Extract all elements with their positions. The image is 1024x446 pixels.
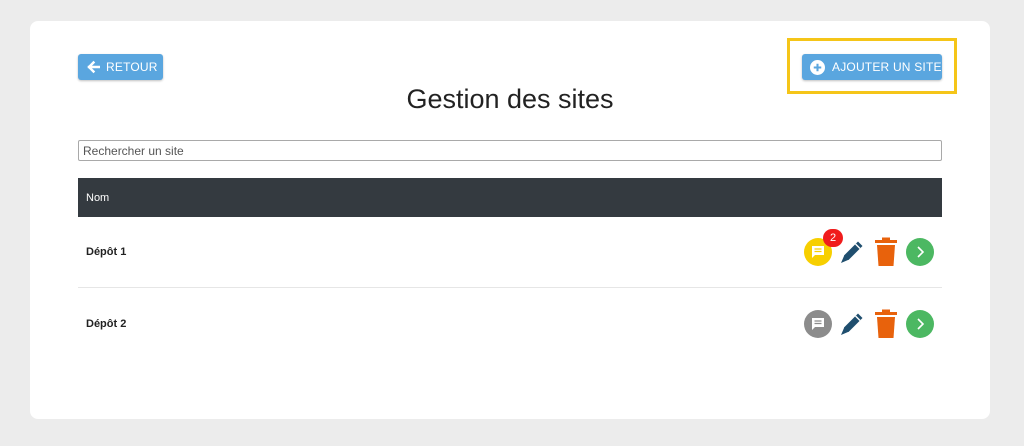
plus-circle-icon bbox=[810, 59, 825, 75]
chevron-right-icon bbox=[906, 309, 934, 338]
table-header: Nom bbox=[78, 178, 942, 217]
sites-table: Nom Dépôt 1 2 Dépôt 2 bbox=[78, 178, 942, 359]
comments-button[interactable] bbox=[804, 309, 832, 338]
back-button-label: RETOUR bbox=[106, 60, 158, 74]
open-site-button[interactable] bbox=[906, 309, 934, 338]
pencil-icon bbox=[841, 241, 863, 263]
add-site-button-label: AJOUTER UN SITE bbox=[832, 60, 942, 74]
table-row: Dépôt 2 bbox=[78, 288, 942, 359]
search-input[interactable] bbox=[78, 140, 942, 161]
arrow-left-icon bbox=[86, 60, 100, 74]
delete-button[interactable] bbox=[872, 237, 900, 266]
main-card: RETOUR AJOUTER UN SITE Gestion des sites… bbox=[30, 21, 990, 419]
row-actions bbox=[804, 309, 934, 338]
column-header-name: Nom bbox=[86, 191, 110, 204]
trash-icon bbox=[875, 309, 897, 338]
page-title: Gestion des sites bbox=[406, 84, 614, 114]
pencil-icon bbox=[841, 313, 863, 335]
delete-button[interactable] bbox=[872, 309, 900, 338]
open-site-button[interactable] bbox=[906, 238, 934, 266]
row-actions: 2 bbox=[804, 229, 934, 266]
comment-icon bbox=[804, 309, 832, 338]
chevron-right-icon bbox=[906, 238, 934, 266]
table-row: Dépôt 1 2 bbox=[78, 217, 942, 288]
trash-icon bbox=[875, 237, 897, 266]
comments-button[interactable]: 2 bbox=[804, 229, 843, 266]
back-button[interactable]: RETOUR bbox=[78, 54, 163, 80]
add-site-button[interactable]: AJOUTER UN SITE bbox=[802, 54, 942, 80]
site-name: Dépôt 1 bbox=[86, 246, 127, 258]
site-name: Dépôt 2 bbox=[86, 317, 127, 330]
edit-button[interactable] bbox=[838, 310, 866, 338]
edit-button[interactable] bbox=[838, 238, 866, 266]
